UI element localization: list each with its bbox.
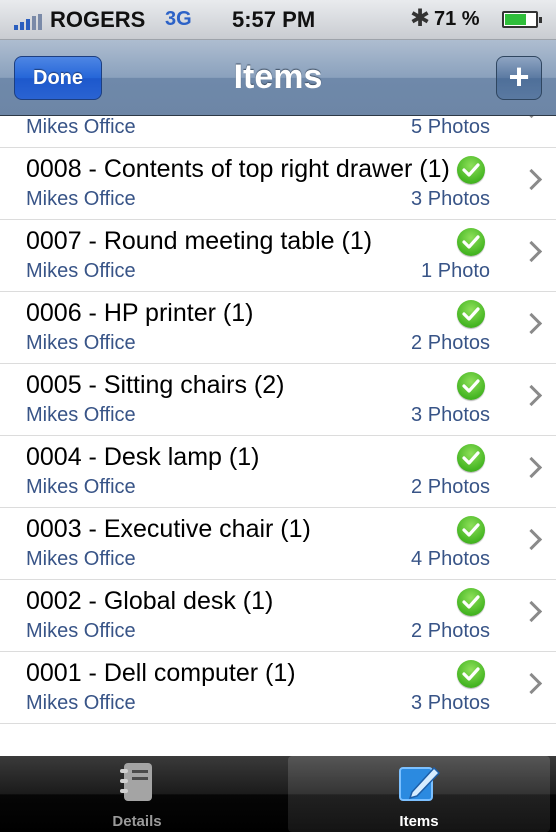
item-location: Mikes Office [26, 116, 136, 138]
item-title: 0001 - Dell computer (1) [26, 659, 296, 687]
chevron-right-icon [520, 116, 543, 119]
tab-bar: Details Items [0, 756, 556, 832]
item-photo-count: 3 Photos [411, 692, 490, 714]
chevron-right-icon [520, 600, 543, 623]
list-item[interactable]: 0001 - Dell computer (1) Mikes Office 3 Ph… [0, 652, 556, 724]
chevron-right-icon [520, 168, 543, 191]
list-item[interactable]: 0009 - Misc books (12)Mikes Office5 Phot… [0, 116, 556, 148]
network-type: 3G [165, 8, 192, 30]
item-photo-count: 2 Photos [411, 332, 490, 354]
item-title: 0003 - Executive chair (1) [26, 515, 311, 543]
bluetooth-icon: ✱ [410, 5, 431, 32]
item-location: Mikes Office [26, 476, 136, 498]
add-item-button[interactable]: + [496, 56, 542, 100]
item-location: Mikes Office [26, 692, 136, 714]
battery-percent: 71 % [434, 8, 480, 30]
item-location: Mikes Office [26, 260, 136, 282]
list-item[interactable]: 0007 - Round meeting table (1) Mikes Offi… [0, 220, 556, 292]
status-bar: ROGERS 3G 5:57 PM ✱ 71 % [0, 0, 556, 40]
battery-icon [502, 11, 542, 28]
item-location: Mikes Office [26, 548, 136, 570]
list-item[interactable]: 0008 - Contents of top right drawer (1) M… [0, 148, 556, 220]
checkmark-icon [457, 300, 485, 328]
chevron-right-icon [520, 240, 543, 263]
chevron-right-icon [520, 312, 543, 335]
item-location: Mikes Office [26, 620, 136, 642]
item-location: Mikes Office [26, 404, 136, 426]
item-title: 0002 - Global desk (1) [26, 587, 274, 615]
tab-items[interactable]: Items [288, 756, 550, 832]
item-photo-count: 1 Photo [421, 260, 490, 282]
list-item[interactable]: 0005 - Sitting chairs (2) Mikes Office 3 P… [0, 364, 556, 436]
items-list[interactable]: 0009 - Misc books (12)Mikes Office5 Phot… [0, 116, 556, 756]
item-photo-count: 2 Photos [411, 620, 490, 642]
item-title: 0008 - Contents of top right drawer (1) [26, 155, 450, 183]
tab-items-label: Items [399, 813, 439, 830]
item-title: 0007 - Round meeting table (1) [26, 227, 373, 255]
items-list-rows: 0009 - Misc books (12)Mikes Office5 Phot… [0, 116, 556, 724]
checkmark-icon [457, 660, 485, 688]
list-item[interactable]: 0002 - Global desk (1) Mikes Office 2 Phot… [0, 580, 556, 652]
checkmark-icon [457, 444, 485, 472]
tab-details[interactable]: Details [6, 756, 268, 832]
checkmark-icon [457, 156, 485, 184]
carrier-name: ROGERS [50, 7, 146, 32]
item-location: Mikes Office [26, 188, 136, 210]
notebook-icon [120, 762, 154, 807]
item-location: Mikes Office [26, 332, 136, 354]
list-item[interactable]: 0004 - Desk lamp (1) Mikes Office 2 Photos [0, 436, 556, 508]
item-title: 0006 - HP printer (1) [26, 299, 254, 327]
checkmark-icon [457, 372, 485, 400]
chevron-right-icon [520, 384, 543, 407]
chevron-right-icon [520, 528, 543, 551]
checkmark-icon [457, 588, 485, 616]
item-photo-count: 5 Photos [411, 116, 490, 138]
list-item[interactable]: 0006 - HP printer (1) Mikes Office 2 Photo… [0, 292, 556, 364]
item-photo-count: 3 Photos [411, 188, 490, 210]
item-photo-count: 2 Photos [411, 476, 490, 498]
navigation-bar: Done Items + [0, 40, 556, 116]
list-item[interactable]: 0003 - Executive chair (1) Mikes Office 4 … [0, 508, 556, 580]
checkmark-icon [457, 228, 485, 256]
chevron-right-icon [520, 456, 543, 479]
page-title: Items [233, 58, 323, 96]
tab-details-label: Details [112, 813, 162, 830]
status-time: 5:57 PM [232, 7, 316, 32]
chevron-right-icon [520, 672, 543, 695]
checkmark-icon [457, 516, 485, 544]
item-photo-count: 4 Photos [411, 548, 490, 570]
edit-icon [398, 762, 441, 807]
item-title: 0004 - Desk lamp (1) [26, 443, 260, 471]
item-title: 0005 - Sitting chairs (2) [26, 371, 285, 399]
item-photo-count: 3 Photos [411, 404, 490, 426]
